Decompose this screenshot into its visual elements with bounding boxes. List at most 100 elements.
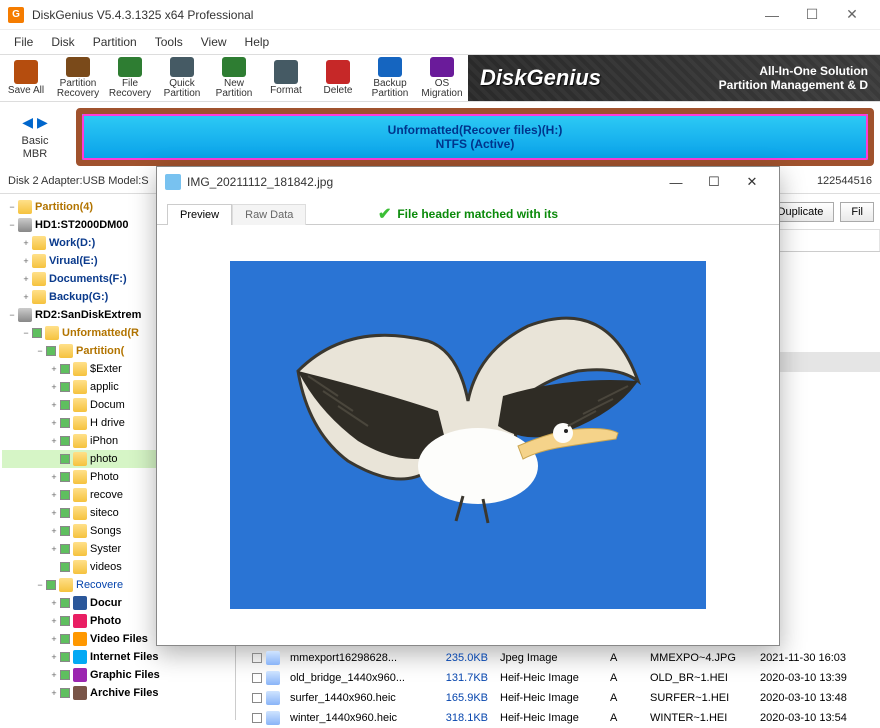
expand-icon[interactable]: + xyxy=(20,292,32,302)
tree-node[interactable]: +Internet Files xyxy=(2,648,233,666)
minimize-button[interactable]: — xyxy=(752,0,792,30)
list-row[interactable]: winter_1440x960.heic318.1KBHeif-Heic Ima… xyxy=(236,708,880,728)
checkbox[interactable] xyxy=(252,673,262,683)
checkbox[interactable] xyxy=(60,670,70,680)
expand-icon[interactable]: + xyxy=(48,382,60,392)
checkbox[interactable] xyxy=(60,688,70,698)
banner-name: DiskGenius xyxy=(480,65,601,91)
menu-tools[interactable]: Tools xyxy=(147,32,191,52)
menu-file[interactable]: File xyxy=(6,32,41,52)
checkbox[interactable] xyxy=(46,346,56,356)
checkbox[interactable] xyxy=(60,616,70,626)
expand-icon[interactable]: + xyxy=(48,436,60,446)
tool-label: Partition Recovery xyxy=(54,79,102,99)
expand-icon[interactable]: − xyxy=(34,580,46,590)
checkbox[interactable] xyxy=(60,634,70,644)
preview-filename: IMG_20211112_181842.jpg xyxy=(187,175,657,189)
expand-icon[interactable]: + xyxy=(48,598,60,608)
tab-raw-data[interactable]: Raw Data xyxy=(232,204,306,225)
checkbox[interactable] xyxy=(60,472,70,482)
checkbox[interactable] xyxy=(60,454,70,464)
expand-icon[interactable]: + xyxy=(48,400,60,410)
expand-icon[interactable]: + xyxy=(48,472,60,482)
checkbox[interactable] xyxy=(252,653,262,663)
partition-subtitle: NTFS (Active) xyxy=(436,137,515,151)
expand-icon[interactable]: + xyxy=(48,652,60,662)
preview-minimize-button[interactable]: — xyxy=(657,168,695,196)
banner-slogan: All-In-One Solution Partition Management… xyxy=(719,64,868,93)
nav-arrows-icon[interactable]: ◀ ▶ xyxy=(22,114,47,131)
tool-new-partition[interactable]: New Partition xyxy=(208,55,260,101)
menu-view[interactable]: View xyxy=(193,32,235,52)
list-row[interactable]: mmexport16298628...235.0KBJpeg ImageAMME… xyxy=(236,648,880,668)
checkbox[interactable] xyxy=(60,526,70,536)
checkbox[interactable] xyxy=(60,436,70,446)
expand-icon[interactable]: + xyxy=(48,634,60,644)
checkbox[interactable] xyxy=(60,400,70,410)
expand-icon[interactable]: + xyxy=(48,616,60,626)
expand-icon[interactable]: + xyxy=(20,256,32,266)
checkbox[interactable] xyxy=(252,713,262,723)
filter-button[interactable]: Fil xyxy=(840,202,874,222)
tree-node[interactable]: +Archive Files xyxy=(2,684,233,702)
app-logo-icon: G xyxy=(8,7,24,23)
tree-label: Docur xyxy=(90,597,122,609)
checkbox[interactable] xyxy=(60,652,70,662)
tree-node[interactable]: +Graphic Files xyxy=(2,666,233,684)
list-row[interactable]: surfer_1440x960.heic165.9KBHeif-Heic Ima… xyxy=(236,688,880,708)
tool-quick-partition[interactable]: Quick Partition xyxy=(156,55,208,101)
list-row[interactable]: old_bridge_1440x960...131.7KBHeif-Heic I… xyxy=(236,668,880,688)
checkbox[interactable] xyxy=(60,364,70,374)
expand-icon[interactable]: + xyxy=(48,364,60,374)
folder-icon xyxy=(59,578,73,592)
checkbox[interactable] xyxy=(46,580,56,590)
disk-nav: ◀ ▶ BasicMBR xyxy=(0,102,70,172)
cell-size: 131.7KB xyxy=(434,672,494,684)
checkbox[interactable] xyxy=(60,490,70,500)
expand-icon[interactable]: − xyxy=(6,220,18,230)
checkbox[interactable] xyxy=(60,418,70,428)
checkbox[interactable] xyxy=(252,693,262,703)
photo-icon xyxy=(73,614,87,628)
preview-maximize-button[interactable]: ☐ xyxy=(695,168,733,196)
expand-icon[interactable]: + xyxy=(48,670,60,680)
checkbox[interactable] xyxy=(60,544,70,554)
preview-close-button[interactable]: ✕ xyxy=(733,168,771,196)
menu-partition[interactable]: Partition xyxy=(85,32,145,52)
menu-help[interactable]: Help xyxy=(237,32,278,52)
tree-label: Documents(F:) xyxy=(49,273,127,285)
expand-icon[interactable]: − xyxy=(20,328,32,338)
checkbox[interactable] xyxy=(32,328,42,338)
tool-save-all[interactable]: Save All xyxy=(0,55,52,101)
expand-icon[interactable]: + xyxy=(48,688,60,698)
tab-preview[interactable]: Preview xyxy=(167,204,232,225)
file-icon xyxy=(266,711,280,725)
folder-icon xyxy=(32,254,46,268)
expand-icon[interactable]: + xyxy=(48,544,60,554)
tool-partition-recovery[interactable]: Partition Recovery xyxy=(52,55,104,101)
tree-label: H drive xyxy=(90,417,125,429)
expand-icon[interactable]: + xyxy=(48,490,60,500)
tree-label: Work(D:) xyxy=(49,237,95,249)
tool-backup-partition[interactable]: Backup Partition xyxy=(364,55,416,101)
expand-icon[interactable]: + xyxy=(20,274,32,284)
close-button[interactable]: ✕ xyxy=(832,0,872,30)
tool-delete[interactable]: Delete xyxy=(312,55,364,101)
expand-icon[interactable]: + xyxy=(48,418,60,428)
checkbox[interactable] xyxy=(60,598,70,608)
tool-format[interactable]: Format xyxy=(260,55,312,101)
maximize-button[interactable]: ☐ xyxy=(792,0,832,30)
expand-icon[interactable]: + xyxy=(48,526,60,536)
checkbox[interactable] xyxy=(60,508,70,518)
checkbox[interactable] xyxy=(60,562,70,572)
expand-icon[interactable]: − xyxy=(34,346,46,356)
expand-icon[interactable]: − xyxy=(6,202,18,212)
tool-file-recovery[interactable]: File Recovery xyxy=(104,55,156,101)
expand-icon[interactable]: + xyxy=(48,508,60,518)
checkbox[interactable] xyxy=(60,382,70,392)
menu-disk[interactable]: Disk xyxy=(43,32,82,52)
expand-icon[interactable]: − xyxy=(6,310,18,320)
tool-os-migration[interactable]: OS Migration xyxy=(416,55,468,101)
expand-icon[interactable]: + xyxy=(20,238,32,248)
partition-bar[interactable]: Unformatted(Recover files)(H:) NTFS (Act… xyxy=(76,108,874,166)
